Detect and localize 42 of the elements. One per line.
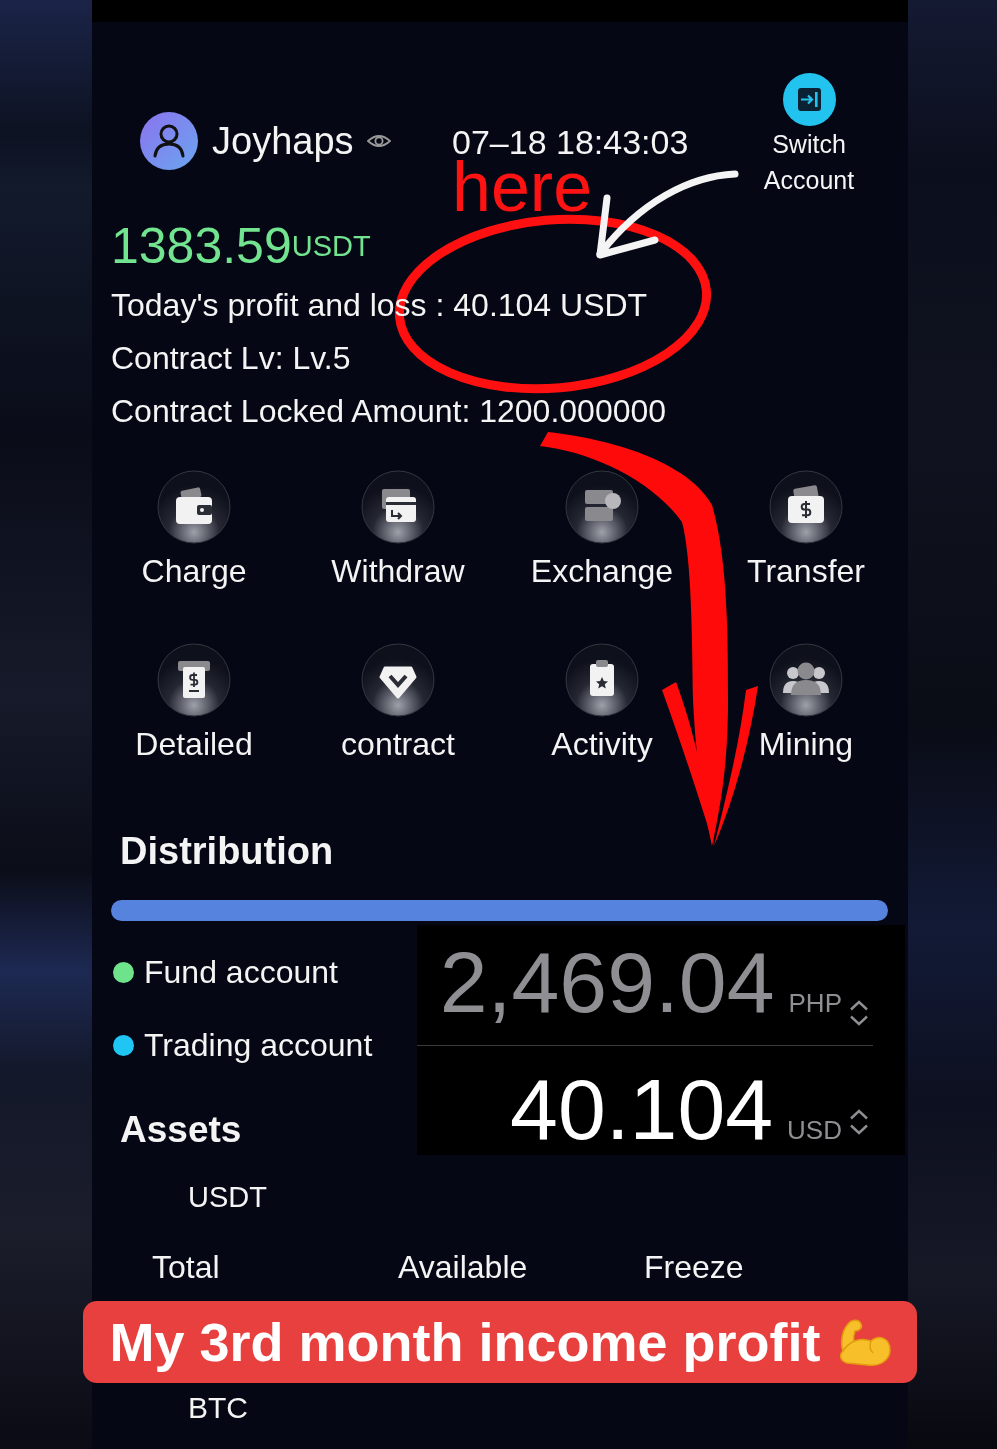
shortcut-button[interactable]: contract: [341, 643, 455, 763]
updown-chevron-icon[interactable]: [848, 1108, 870, 1136]
shortcut-button[interactable]: Detailed: [135, 643, 253, 763]
shortcut-button[interactable]: Activity: [551, 643, 653, 763]
section-title: Assets: [120, 1111, 242, 1149]
info-line: Contract Lv: Lv.5: [111, 339, 351, 377]
column-header: Available: [398, 1248, 528, 1286]
people-icon[interactable]: [769, 643, 843, 717]
currency-code: PHP: [788, 988, 842, 1018]
shortcut-button[interactable]: Mining: [758, 643, 854, 763]
balance-amount: 1383.59: [111, 217, 292, 275]
caption-text: My 3rd month income profit: [109, 1311, 821, 1373]
gem-icon[interactable]: [361, 643, 435, 717]
annotation-text: here: [452, 159, 593, 215]
amount-text[interactable]: 2,469.04: [439, 939, 775, 1025]
switch-account-button[interactable]: Switch Account: [754, 73, 864, 198]
column-header: Total: [152, 1248, 220, 1286]
shortcut-button[interactable]: Charge: [141, 470, 247, 590]
section-title: Distribution: [120, 832, 334, 870]
login-icon[interactable]: [782, 73, 836, 126]
info-line: Contract Locked Amount: 1200.000000: [111, 392, 667, 430]
timestamp: 07–18 18:43:03: [452, 125, 689, 159]
cards-icon[interactable]: [565, 470, 639, 544]
shortcut-button[interactable]: Transfer: [747, 470, 865, 590]
asset-name: USDT: [188, 1180, 267, 1215]
asset-name: BTC: [188, 1390, 248, 1426]
shortcut-button[interactable]: Withdraw: [331, 470, 465, 590]
card-icon[interactable]: [361, 470, 435, 544]
legend-label: Fund account: [144, 953, 338, 991]
wallet-icon[interactable]: [157, 470, 231, 544]
amount-text[interactable]: 40.104: [510, 1066, 774, 1152]
avatar-icon: [140, 112, 198, 170]
eye-icon[interactable]: [366, 132, 391, 150]
updown-chevron-icon[interactable]: [848, 999, 870, 1027]
money-wallet-icon[interactable]: [769, 470, 843, 544]
currency-code: USD: [787, 1115, 842, 1145]
currency-unit: USDT: [291, 229, 371, 263]
legend-label: Trading account: [144, 1026, 373, 1064]
receipt-icon[interactable]: [157, 643, 231, 717]
username: Joyhaps: [212, 119, 354, 163]
column-header: Freeze: [644, 1248, 744, 1286]
clipboard-icon[interactable]: [565, 643, 639, 717]
